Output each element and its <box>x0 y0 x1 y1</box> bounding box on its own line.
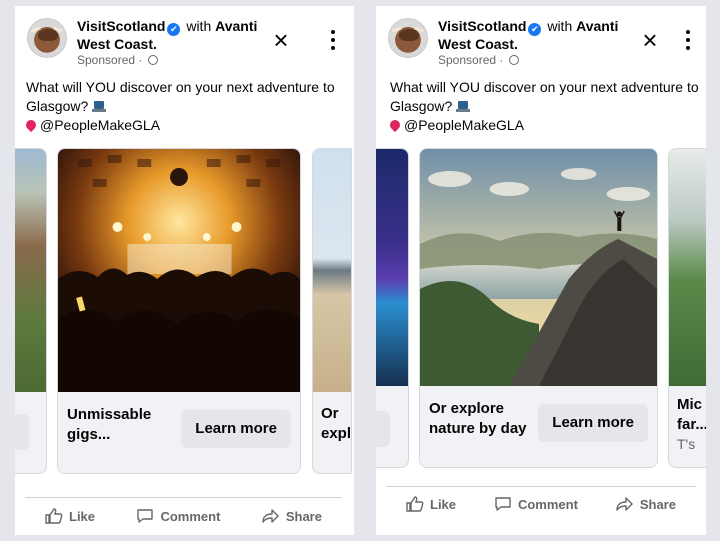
concert-image <box>58 149 300 392</box>
card-button-edge[interactable] <box>376 411 390 447</box>
comment-icon <box>137 509 154 523</box>
post-actions: Like Comment Share <box>25 498 342 534</box>
ad-carousel[interactable]: Unmissable gigs... Learn more Or expl... <box>15 148 354 474</box>
caption-mention[interactable]: @PeopleMakeGLA <box>40 117 160 133</box>
comment-label: Comment <box>160 508 221 524</box>
carousel-card-previous[interactable] <box>15 148 47 474</box>
card-title: Mic far... <box>677 396 706 433</box>
page-name-link[interactable]: VisitScotland <box>438 18 526 34</box>
highland-cow-fringe <box>38 29 58 41</box>
card-image <box>376 149 408 386</box>
card-title: Or explore nature by day <box>429 400 527 437</box>
like-label: Like <box>69 508 96 524</box>
sponsored-text: Sponsored · <box>438 53 504 67</box>
close-icon[interactable]: × <box>271 27 291 53</box>
pin-emoji-icon <box>23 117 39 133</box>
caption-text: What will YOU discover on your next adve… <box>390 79 699 114</box>
close-icon[interactable]: × <box>640 27 660 53</box>
carousel-card-next[interactable]: Or expl... <box>312 148 352 474</box>
page-avatar[interactable] <box>388 18 428 58</box>
comment-icon <box>495 497 511 511</box>
laptop-emoji-icon <box>456 101 471 112</box>
more-icon[interactable] <box>328 30 338 52</box>
post-caption: What will YOU discover on your next adve… <box>23 78 346 135</box>
page-avatar[interactable] <box>27 18 67 58</box>
sponsored-text: Sponsored · <box>77 53 143 67</box>
like-icon <box>406 496 424 512</box>
sponsored-label: Sponsored · <box>77 53 158 67</box>
globe-icon <box>147 55 158 65</box>
with-text: with <box>186 18 212 34</box>
ad-post-right: VisitScotland ✔ with Avanti West Coast. S… <box>376 6 706 535</box>
sponsored-label: Sponsored · <box>438 53 519 67</box>
card-image <box>313 149 351 392</box>
ad-post-left: VisitScotland ✔ with Avanti West Coast. S… <box>15 6 354 535</box>
page-name-link[interactable]: VisitScotland <box>77 18 165 34</box>
card-footer: Or explore nature by day Learn more <box>420 386 657 467</box>
card-footer: Unmissable gigs... Learn more <box>58 392 300 473</box>
card-image <box>15 149 46 392</box>
like-icon <box>45 508 63 524</box>
verified-badge-icon: ✔ <box>528 23 542 36</box>
card-title: Unmissable gigs... <box>67 406 152 443</box>
caption-text: What will YOU discover on your next adve… <box>26 79 335 114</box>
like-button[interactable]: Like <box>406 496 456 512</box>
card-image <box>669 149 706 386</box>
carousel-card-gigs[interactable]: Unmissable gigs... Learn more <box>57 148 301 474</box>
share-button[interactable]: Share <box>262 508 322 524</box>
verified-badge-icon: ✔ <box>167 23 181 36</box>
comment-button[interactable]: Comment <box>136 508 220 524</box>
like-button[interactable]: Like <box>45 508 95 524</box>
learn-more-button[interactable]: Learn more <box>538 404 648 442</box>
pin-emoji-icon <box>387 117 403 133</box>
globe-icon <box>508 55 519 65</box>
comment-label: Comment <box>517 496 578 512</box>
more-icon[interactable] <box>683 30 693 52</box>
with-text: with <box>547 18 573 34</box>
post-header: VisitScotland ✔ with Avanti West Coast. <box>438 18 628 53</box>
caption-mention[interactable]: @PeopleMakeGLA <box>404 117 524 133</box>
laptop-emoji-icon <box>92 101 107 112</box>
ad-carousel[interactable]: Or explore nature by day Learn more Mic … <box>376 148 706 474</box>
highland-cow-fringe <box>399 29 419 41</box>
share-icon <box>616 497 633 511</box>
mountain-image <box>420 149 657 386</box>
post-caption: What will YOU discover on your next adve… <box>387 78 706 135</box>
share-label: Share <box>285 508 322 524</box>
carousel-card-previous[interactable] <box>376 148 409 468</box>
card-title: Or expl... <box>321 405 352 442</box>
post-header: VisitScotland ✔ with Avanti West Coast. <box>77 18 267 53</box>
carousel-card-next[interactable]: Mic far... T's <box>668 148 706 468</box>
comment-button[interactable]: Comment <box>494 496 578 512</box>
card-button-edge[interactable] <box>15 414 29 450</box>
post-actions: Like Comment Share <box>386 486 696 522</box>
share-label: Share <box>639 496 676 512</box>
share-button[interactable]: Share <box>616 496 676 512</box>
learn-more-button[interactable]: Learn more <box>181 410 291 448</box>
card-subtitle: T's <box>677 436 696 452</box>
share-icon <box>262 509 279 523</box>
carousel-card-nature[interactable]: Or explore nature by day Learn more <box>419 148 658 468</box>
like-label: Like <box>430 496 457 512</box>
